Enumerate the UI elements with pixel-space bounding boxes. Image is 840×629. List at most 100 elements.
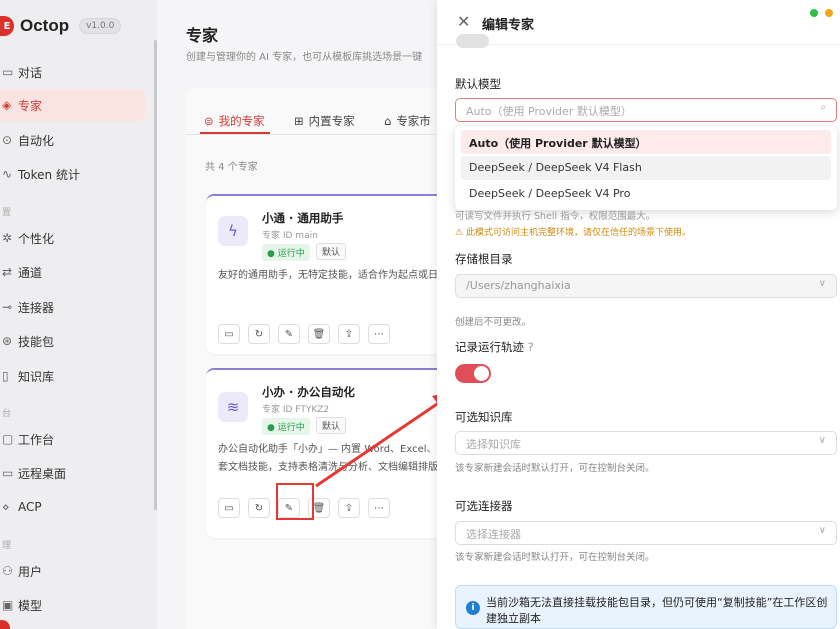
sidebar-item-token[interactable]: ∿ Token 统计 (0, 158, 145, 190)
sidebar-item-connector[interactable]: ⊸ 连接器 (0, 291, 145, 323)
model-icon: ▣ (2, 598, 14, 612)
chevron-down-icon: ∨ (818, 278, 826, 289)
permission-hint: 可读写文件并执行 Shell 指令，权限范围最大。 (455, 211, 656, 222)
delete-button[interactable]: 🗑 (308, 324, 330, 344)
expert-description: 办公自动化助手「小办」— 内置 Word、Excel、P (218, 444, 443, 455)
folder-button[interactable]: ▭ (218, 324, 240, 344)
sidebar: E Octop v1.0.0 ▭ 对话 ◈ 专家 ⊙ 自动化 ∿ Token 统计 置 … (0, 0, 157, 629)
sidebar-item-label: 模型 (18, 598, 43, 613)
store-icon: ⌂ (384, 114, 392, 128)
trace-label: 记录运行轨迹 ? (455, 339, 534, 355)
workbench-icon: ▢ (2, 432, 14, 446)
close-icon[interactable]: ✕ (457, 12, 470, 31)
sidebar-item-label: 知识库 (18, 369, 55, 384)
kb-select[interactable]: 选择知识库 ∨ (455, 431, 837, 455)
sidebar-item-remote[interactable]: ▭ 远程桌面 (0, 457, 145, 489)
layers-icon: ≋ (218, 392, 248, 422)
export-button[interactable]: ⇪ (338, 324, 360, 344)
book-icon: ⊞ (294, 114, 304, 128)
connector-label: 可选连接器 (455, 499, 513, 513)
help-icon[interactable]: ? (528, 340, 534, 354)
sidebar-item-channel[interactable]: ⇄ 通道 (0, 256, 145, 288)
kb-hint: 该专家新建会话时默认打开，可在控制台关闭。 (455, 463, 655, 474)
drawer-title: 编辑专家 (482, 18, 535, 33)
sidebar-item-knowledge[interactable]: ▯ 知识库 (0, 360, 145, 392)
more-button[interactable]: ⋯ (368, 498, 390, 518)
section-divider: 台 (2, 409, 12, 419)
logo-icon: E (0, 16, 14, 36)
status-badge: ● 运行中 (262, 418, 310, 435)
acp-icon: ⋄ (2, 500, 10, 514)
sidebar-item-expert[interactable]: ◈ 专家 (0, 89, 145, 121)
sidebar-item-label: 工作台 (18, 432, 55, 447)
drawer-header: ✕ 编辑专家 (437, 0, 840, 45)
avatar[interactable] (0, 620, 10, 629)
window-dot-yellow[interactable] (825, 9, 833, 17)
trace-toggle[interactable] (455, 364, 491, 383)
sidebar-item-acp[interactable]: ⋄ ACP (0, 491, 145, 523)
model-dropdown: Auto（使用 Provider 默认模型） DeepSeek / DeepSe… (455, 126, 837, 210)
sidebar-item-personalize[interactable]: ✲ 个性化 (0, 222, 145, 254)
connector-select[interactable]: 选择连接器 ∨ (455, 521, 837, 545)
expert-card[interactable]: ≋ 小办 · 办公自动化 专家 ID FTYKZ2 ● 运行中 默认 办公自动化… (206, 368, 451, 538)
expert-id: 专家 ID FTYKZ2 (262, 405, 330, 415)
version-badge: v1.0.0 (79, 18, 122, 34)
tab-label: 我的专家 (218, 114, 265, 128)
default-badge: 默认 (316, 417, 347, 434)
permission-warning: ⚠ 此模式可访问主机完整环境，请仅在信任的场景下使用。 (455, 225, 691, 238)
edit-expert-drawer: ✕ 编辑专家 默认模型 Auto（使用 Provider 默认模型） ⌕ Aut… (437, 0, 840, 629)
status-badge: ● 运行中 (262, 244, 310, 261)
expert-name: 小通 · 通用助手 (262, 211, 344, 225)
app-logo: E Octop v1.0.0 (0, 14, 122, 38)
section-divider: 置 (2, 208, 12, 218)
section-divider: 理 (2, 541, 12, 551)
app-name: Octop (20, 16, 70, 35)
remote-icon: ▭ (2, 466, 14, 480)
expert-count: 共 4 个专家 (205, 162, 258, 173)
refresh-button[interactable]: ↻ (248, 498, 270, 518)
sidebar-item-user[interactable]: ⚇ 用户 (0, 555, 145, 587)
expert-description-line2: 套文档技能，支持表格清洗与分析、文档编辑排版 (218, 462, 438, 473)
storage-value: /Users/zhanghaixia (466, 279, 571, 292)
sidebar-item-skill[interactable]: ⊛ 技能包 (0, 325, 145, 357)
refresh-button[interactable]: ↻ (248, 324, 270, 344)
sidebar-item-label: 连接器 (18, 300, 55, 315)
info-icon: i (466, 601, 480, 615)
toggle-knob (474, 366, 489, 381)
connector-hint: 该专家新建会话时默认打开，可在控制台关闭。 (455, 552, 655, 563)
more-button[interactable]: ⋯ (368, 324, 390, 344)
kb-placeholder: 选择知识库 (466, 438, 521, 451)
window-dot-green[interactable] (810, 9, 818, 17)
lightning-icon: ϟ (218, 216, 248, 246)
main-content: 专家 创建与管理你的 AI 专家，也可从模板库挑选场景一键 ⊜ 我的专家 ⊞ 内置专… (157, 0, 451, 629)
model-select[interactable]: Auto（使用 Provider 默认模型） ⌕ (455, 98, 837, 122)
expert-name: 小办 · 办公自动化 (262, 385, 355, 399)
sidebar-item-model[interactable]: ▣ 模型 (0, 589, 145, 621)
warning-icon: ⚠ (455, 228, 466, 238)
tab-expert-market[interactable]: ⌂ 专家市 (384, 113, 431, 129)
sidebar-item-automation[interactable]: ⊙ 自动化 (0, 124, 145, 156)
sidebar-item-workbench[interactable]: ▢ 工作台 (0, 423, 145, 455)
storage-hint: 创建后不可更改。 (455, 317, 532, 328)
experts-panel: ⊜ 我的专家 ⊞ 内置专家 ⌂ 专家市 共 4 个专家 ϟ 小通 · 通用助手 专家 … (186, 88, 451, 629)
skill-icon: ⊛ (2, 334, 13, 348)
connector-icon: ⊸ (2, 300, 13, 314)
expert-icon: ◈ (2, 98, 12, 112)
sidebar-item-chat[interactable]: ▭ 对话 (0, 56, 145, 88)
edit-button[interactable]: ✎ (278, 324, 300, 344)
tab-my-experts[interactable]: ⊜ 我的专家 (204, 113, 265, 129)
expert-card[interactable]: ϟ 小通 · 通用助手 专家 ID main ● 运行中 默认 友好的通用助手，… (206, 194, 451, 354)
sidebar-item-label: 通道 (18, 265, 43, 280)
tab-builtin-experts[interactable]: ⊞ 内置专家 (294, 113, 355, 129)
user-icon: ⚇ (2, 564, 13, 578)
toggle-switch-partial[interactable] (456, 34, 489, 48)
kb-label: 可选知识库 (455, 410, 513, 424)
export-button[interactable]: ⇪ (338, 498, 360, 518)
model-option[interactable]: Auto（使用 Provider 默认模型） (461, 130, 831, 154)
edit-highlight-box (276, 483, 314, 520)
expert-id: 专家 ID main (262, 231, 318, 241)
folder-button[interactable]: ▭ (218, 498, 240, 518)
page-subtitle: 创建与管理你的 AI 专家，也可从模板库挑选场景一键 (186, 52, 423, 63)
model-option[interactable]: DeepSeek / DeepSeek V4 Pro (461, 182, 831, 206)
model-option[interactable]: DeepSeek / DeepSeek V4 Flash (461, 156, 831, 180)
